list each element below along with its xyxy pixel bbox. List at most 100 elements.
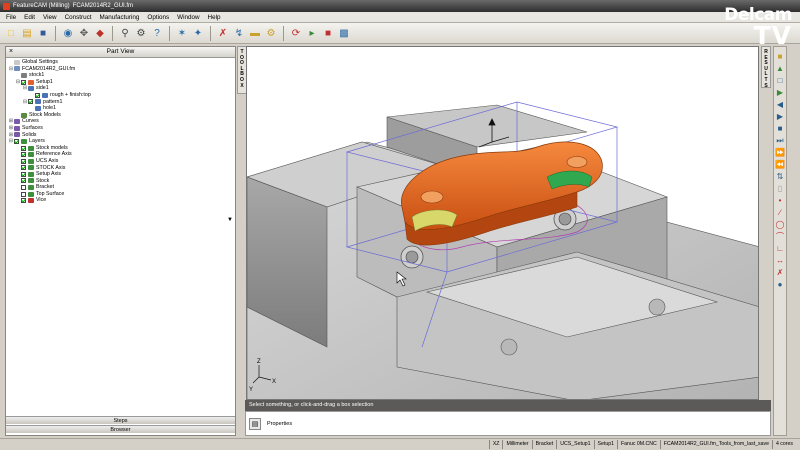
tree-item[interactable]: Stock [8,178,233,185]
tree-item[interactable]: Setup Axis [8,171,233,178]
menu-help[interactable]: Help [204,12,225,23]
view-iso-icon[interactable]: ■ [775,52,785,61]
eraser-icon[interactable]: ▯ [775,184,785,193]
visibility-checkbox[interactable] [21,165,26,171]
tool-icon[interactable]: ▸ [305,26,319,40]
curve-icon[interactable]: ✗ [216,26,230,40]
open-icon[interactable]: ▤ [20,26,34,40]
menu-bar: File Edit View Construct Manufacturing O… [0,12,800,23]
visibility-checkbox[interactable] [21,145,26,151]
dimension-icon[interactable]: ↔ [775,256,785,265]
tree-item[interactable]: ⊞ Curves [8,118,233,125]
arc-icon[interactable]: ⌒ [775,232,785,241]
tree-item[interactable]: stock1 [8,72,233,79]
visibility-checkbox[interactable] [21,191,26,197]
visibility-checkbox[interactable] [21,79,26,85]
toolbar-separator [55,25,56,41]
tree-item[interactable]: Reference Axis [8,151,233,158]
chain-icon[interactable]: ↯ [232,26,246,40]
refresh-icon[interactable]: ⟳ [289,26,303,40]
circle-icon[interactable]: ◯ [775,220,785,229]
tree-item[interactable]: ⊟ side1 [8,85,233,92]
new-icon[interactable]: □ [4,26,18,40]
line-icon[interactable]: ∕ [775,208,785,217]
tab-steps[interactable]: Steps [6,416,235,424]
close-icon[interactable]: × [9,47,13,57]
fast-forward-icon[interactable]: ⏩ [775,148,785,157]
globe-icon[interactable]: ◉ [61,26,75,40]
menu-construct[interactable]: Construct [61,12,96,23]
snap-icon[interactable]: ✦ [191,26,205,40]
menu-window[interactable]: Window [173,12,203,23]
visibility-checkbox[interactable] [28,99,33,105]
tree-item[interactable]: Vice [8,197,233,204]
tree-item[interactable]: Stock models [8,145,233,152]
tree-item-label: FCAM2014R2_GUI.fm [22,65,76,72]
tree-item[interactable]: Global Settings [8,59,233,66]
simulate-icon[interactable]: ⚙ [264,26,278,40]
tree-item-label: STOCK Axis [36,164,66,171]
help-icon[interactable]: ? [150,26,164,40]
step-back-icon[interactable]: ◀ [775,100,785,109]
tree-item[interactable]: ⊞ Surfaces [8,125,233,132]
visibility-checkbox[interactable] [21,152,26,158]
toolpath-icon[interactable]: ▶ [775,88,785,97]
fillet-icon[interactable]: ∟ [775,244,785,253]
nc-code-icon[interactable]: ▩ [337,26,351,40]
tab-letter: S [764,82,768,89]
tree-node-icon [21,138,27,144]
settings-icon[interactable]: ⚙ [134,26,148,40]
tree-item[interactable]: UCS Axis [8,158,233,165]
menu-view[interactable]: View [39,12,61,23]
tree-item[interactable]: hole1 [8,105,233,112]
step-forward-icon[interactable]: ⏭ [775,136,785,145]
play-icon[interactable]: ▶ [775,112,785,121]
visibility-checkbox[interactable] [21,185,26,191]
menu-manufacturing[interactable]: Manufacturing [96,12,144,23]
properties-icon[interactable]: ▤ [249,417,261,430]
tree-item[interactable]: rough + finish:top [8,92,233,99]
star-icon[interactable]: ✶ [175,26,189,40]
tree-item[interactable]: STOCK Axis [8,165,233,172]
tree-item[interactable]: Stock Models [8,112,233,119]
tree-item[interactable]: ⊟ pattern1 [8,99,233,106]
menu-options[interactable]: Options [143,12,173,23]
measure-icon[interactable]: ▬ [248,26,262,40]
pan-icon[interactable]: ✥ [77,26,91,40]
visibility-checkbox[interactable] [21,178,26,184]
stock-icon[interactable]: ■ [321,26,335,40]
wireframe-icon[interactable]: □ [775,76,785,85]
window-title-file: FCAM2014R2_GUI.fm [72,3,134,9]
app-icon [3,2,10,10]
tab-browser[interactable]: Browser [6,425,235,433]
speed-icon[interactable]: ⇅ [775,172,785,181]
3d-viewport[interactable]: Z X Y [246,46,759,400]
menu-edit[interactable]: Edit [20,12,39,23]
visibility-checkbox[interactable] [21,171,26,177]
scroll-down-icon[interactable]: ▼ [227,217,233,223]
visibility-checkbox[interactable] [21,198,26,204]
axis-y-label: Y [249,387,253,393]
zoom-icon[interactable]: ⚲ [118,26,132,40]
point-icon[interactable]: • [775,196,785,205]
trim-icon[interactable]: ✗ [775,268,785,277]
chain-icon[interactable]: ● [775,280,785,289]
eraser-icon[interactable]: ◆ [93,26,107,40]
rewind-icon[interactable]: ⏪ [775,160,785,169]
tree-item[interactable]: ⊞ Solids [8,132,233,139]
save-icon[interactable]: ■ [36,26,50,40]
shaded-icon[interactable]: ▲ [775,64,785,73]
tree-item[interactable]: ⊟ FCAM2014R2_GUI.fm [8,66,233,73]
visibility-checkbox[interactable] [14,138,19,144]
visibility-checkbox[interactable] [21,158,26,164]
tree-item[interactable]: Top Surface [8,191,233,198]
tree-item[interactable]: ⊟ Layers [8,138,233,145]
part-view-panel: × Part View Global Settings ⊟ FCAM2014R2_G… [5,46,236,436]
stop-icon[interactable]: ■ [775,124,785,133]
tree-item[interactable]: Bracket [8,184,233,191]
tree-item[interactable]: ⊟ Setup1 [8,79,233,86]
menu-file[interactable]: File [2,12,20,23]
results-tab[interactable]: RESULTS [761,46,771,88]
visibility-checkbox[interactable] [35,92,40,98]
bracket-hole [420,190,444,204]
